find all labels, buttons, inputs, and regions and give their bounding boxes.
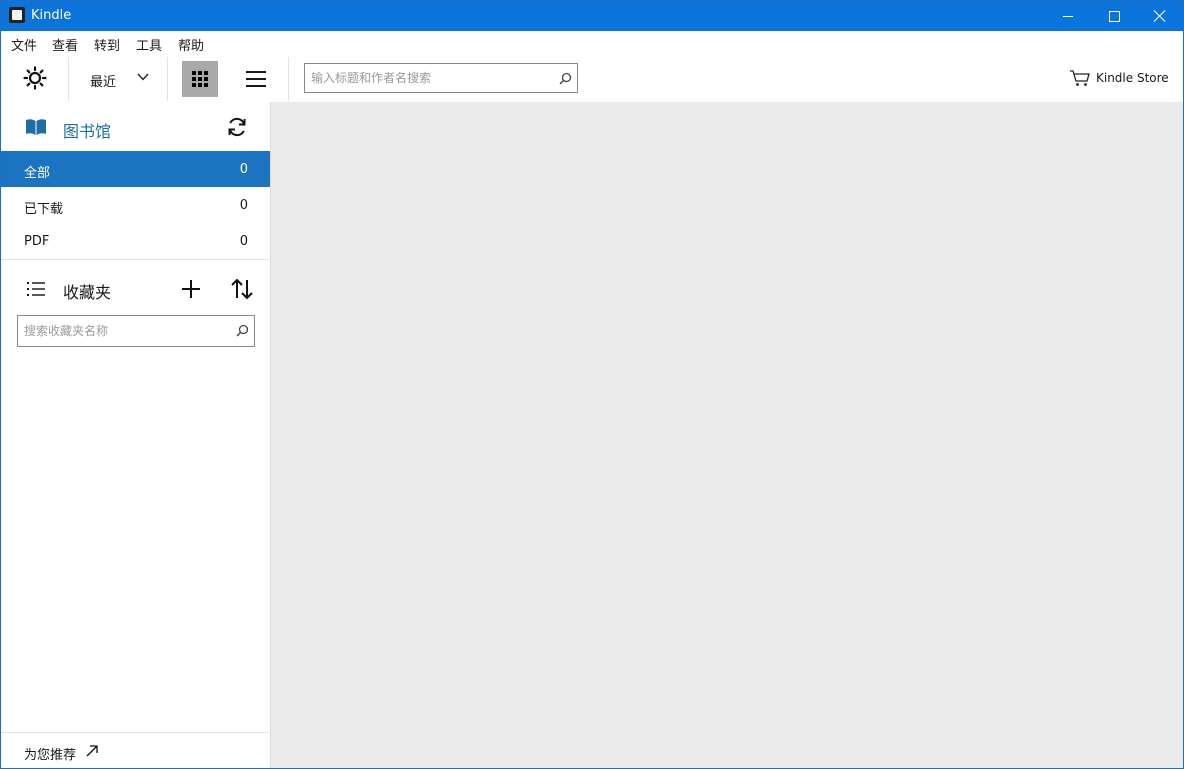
filter-label: 已下载 xyxy=(24,202,64,217)
collections-title: 收藏夹 xyxy=(63,283,112,302)
close-button[interactable] xyxy=(1137,1,1183,31)
library-content-area xyxy=(271,102,1183,768)
menu-tools[interactable]: 工具 xyxy=(136,35,162,54)
sync-icon[interactable] xyxy=(226,116,248,138)
library-search-input[interactable] xyxy=(311,70,551,86)
chevron-down-icon[interactable] xyxy=(137,73,149,81)
filter-label: PDF xyxy=(24,234,50,249)
toolbar: 最近 Kindle Sto xyxy=(1,53,1183,103)
collections-search-box xyxy=(17,315,255,347)
sun-icon[interactable] xyxy=(23,66,47,90)
toolbar-separator xyxy=(167,57,168,101)
kindle-app-icon xyxy=(9,7,25,23)
toolbar-separator xyxy=(68,57,69,101)
collections-list-icon xyxy=(27,282,45,296)
recommendations-label: 为您推荐 xyxy=(24,748,77,763)
sort-updown-icon[interactable] xyxy=(230,278,254,300)
list-view-icon[interactable] xyxy=(246,71,266,87)
library-header: 图书馆 xyxy=(1,102,270,151)
filter-all[interactable]: 全部 0 xyxy=(1,151,270,187)
kindle-store-link[interactable]: Kindle Store xyxy=(1069,69,1169,87)
kindle-store-label: Kindle Store xyxy=(1096,71,1169,85)
filter-pdf[interactable]: PDF 0 xyxy=(1,223,270,259)
close-icon xyxy=(1153,9,1167,23)
collections-search-input[interactable] xyxy=(24,323,229,339)
maximize-icon xyxy=(1108,10,1120,22)
library-search-box xyxy=(304,63,578,93)
kindle-window: Kindle 文件 查看 转到 工具 帮助 最近 输入标题和作者名搜索 Kind… xyxy=(0,0,1184,769)
toolbar-separator xyxy=(288,57,289,101)
external-arrow-icon xyxy=(86,745,98,757)
search-icon[interactable] xyxy=(559,72,572,85)
book-icon xyxy=(26,119,46,135)
grid-view-button[interactable] xyxy=(182,61,218,97)
menu-view[interactable]: 查看 xyxy=(52,35,78,54)
title-bar: Kindle xyxy=(1,1,1183,31)
sort-dropdown[interactable]: 最近 xyxy=(90,71,116,90)
sidebar-divider xyxy=(1,259,270,260)
sidebar: 图书馆 全部 0 已下载 0 PDF 0 收藏夹 搜索收藏夹名称 为您推荐 xyxy=(1,102,271,768)
filter-count: 0 xyxy=(239,198,248,213)
recommendations-link[interactable]: 为您推荐 xyxy=(1,732,270,768)
minimize-icon xyxy=(1063,15,1073,17)
library-title: 图书馆 xyxy=(63,122,112,141)
cart-icon xyxy=(1070,70,1090,86)
filter-count: 0 xyxy=(239,162,248,177)
search-icon[interactable] xyxy=(236,324,249,337)
filter-label: 全部 xyxy=(24,166,51,181)
filter-downloaded[interactable]: 已下载 0 xyxy=(1,187,270,223)
menu-help[interactable]: 帮助 xyxy=(178,35,204,54)
maximize-button[interactable] xyxy=(1091,1,1137,31)
minimize-button[interactable] xyxy=(1045,1,1091,31)
menu-goto[interactable]: 转到 xyxy=(94,35,120,54)
window-title: Kindle xyxy=(31,8,72,23)
filter-count: 0 xyxy=(239,234,248,249)
menu-bar: 文件 查看 转到 工具 帮助 xyxy=(1,31,1183,54)
plus-icon[interactable] xyxy=(181,279,201,299)
menu-file[interactable]: 文件 xyxy=(11,35,37,54)
